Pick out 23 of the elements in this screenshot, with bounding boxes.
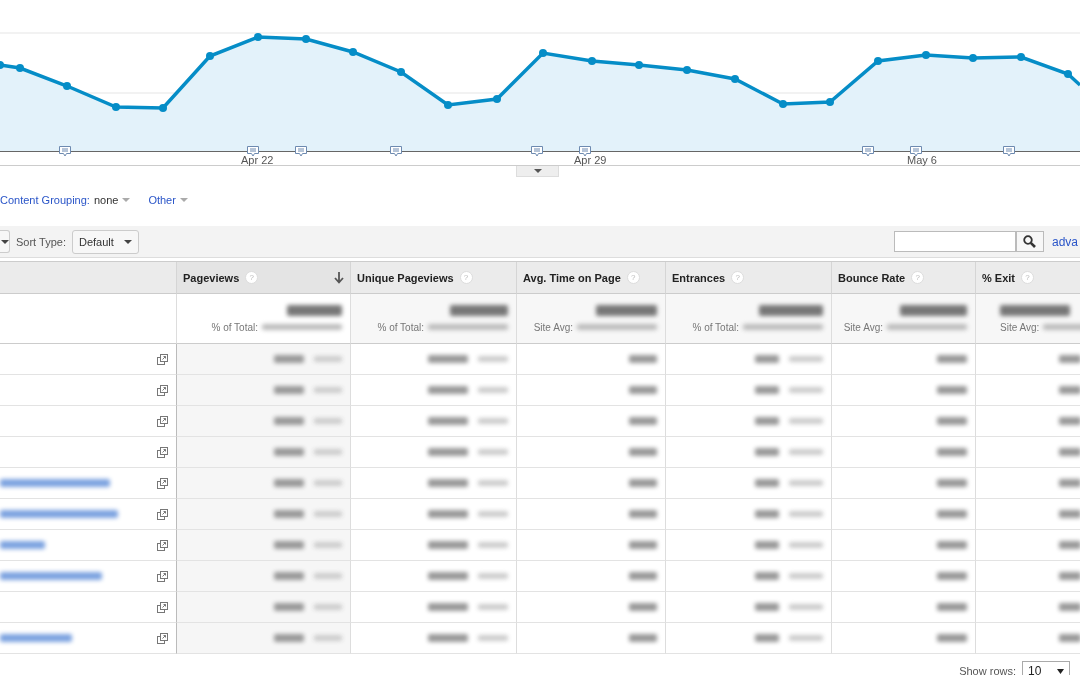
axis-label: Apr 29	[574, 154, 607, 166]
column-header[interactable]: Avg. Time on Page ?	[517, 262, 666, 294]
total-label: Site Avg:	[1000, 321, 1040, 333]
advanced-link[interactable]: adva	[1051, 234, 1078, 249]
total-label: Site Avg:	[533, 321, 573, 333]
column-header[interactable]: Unique Pageviews ?	[351, 262, 517, 294]
total-label: % of Total:	[211, 321, 258, 333]
grouping-link[interactable]: Content Grouping:	[0, 194, 90, 206]
total-label: % of Total:	[692, 321, 739, 333]
sort-type-dropdown[interactable]: Default	[71, 229, 139, 254]
column-header[interactable]: Entrances ?	[666, 262, 832, 294]
show-rows-dropdown[interactable]: 10	[1022, 660, 1070, 675]
grouping-value[interactable]: none	[93, 194, 119, 206]
axis-label: Apr 22	[241, 154, 274, 166]
column-header[interactable]: Bounce Rate ?	[832, 262, 976, 294]
total-label: % of Total:	[377, 321, 424, 333]
axis-label: May 6	[907, 154, 937, 166]
column-header[interactable]: % Exit ?	[976, 262, 1080, 294]
sort-type-label: Sort Type:	[16, 235, 66, 248]
other-link[interactable]: Other	[148, 194, 176, 206]
column-header[interactable]: Pageviews ?	[177, 262, 351, 294]
total-label: Site Avg:	[843, 321, 883, 333]
show-rows-label: Show rows:	[959, 665, 1016, 675]
